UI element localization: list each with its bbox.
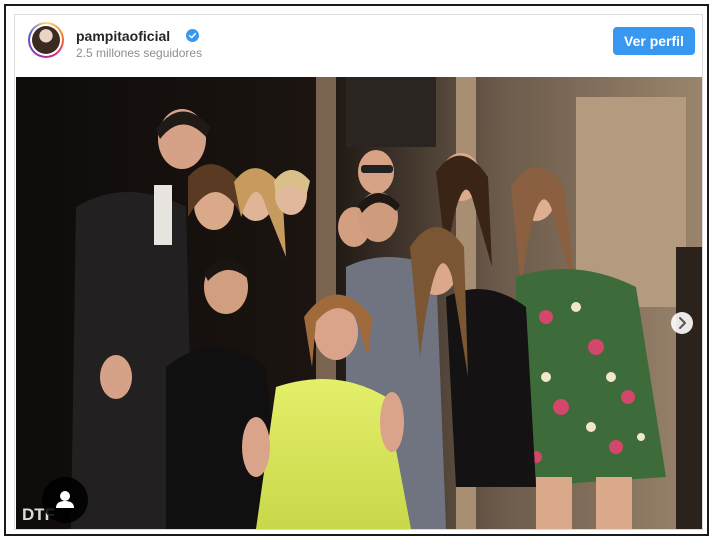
chevron-right-icon	[679, 317, 686, 329]
tagged-users-button[interactable]	[42, 477, 88, 523]
profile-avatar[interactable]	[28, 22, 64, 58]
browser-frame: pampitaoficial 2.5 millones seguidores V…	[4, 4, 709, 536]
next-image-button[interactable]	[671, 312, 693, 334]
verified-badge-icon	[186, 29, 199, 42]
group-photo-illustration	[16, 77, 702, 529]
post-photo[interactable]: DTF	[16, 77, 702, 529]
view-profile-button[interactable]: Ver perfil	[613, 27, 695, 55]
follower-count: 2.5 millones seguidores	[76, 46, 203, 60]
avatar-image	[32, 26, 60, 54]
username-link[interactable]: pampitaoficial	[76, 28, 170, 44]
avatar-ring	[30, 24, 62, 56]
user-icon	[56, 491, 74, 508]
instagram-embed-card: pampitaoficial 2.5 millones seguidores V…	[14, 14, 703, 530]
post-header: pampitaoficial 2.5 millones seguidores V…	[15, 15, 702, 77]
